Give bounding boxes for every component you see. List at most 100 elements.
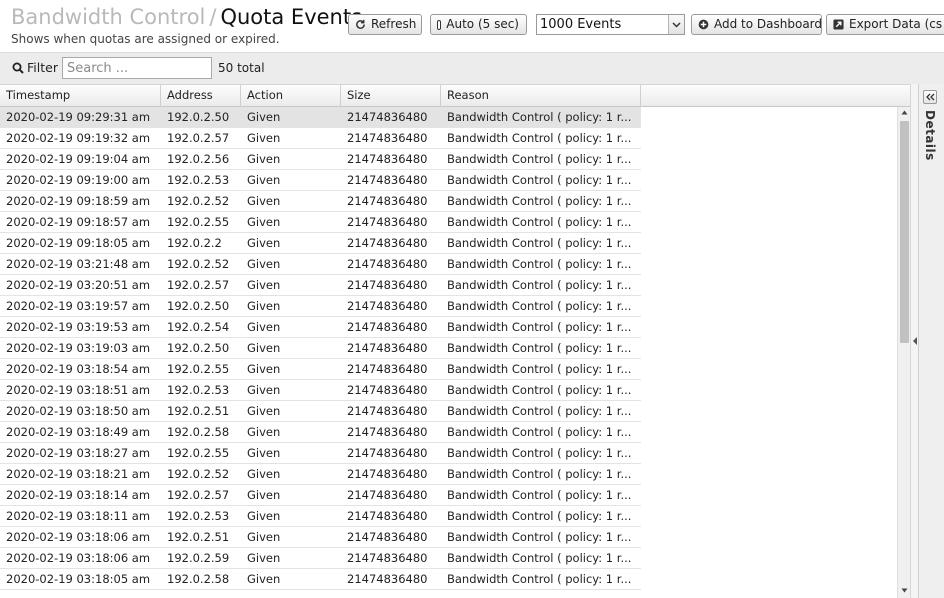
cell-reason: Bandwidth Control ( policy: 1 r... <box>447 509 632 523</box>
column-header-timestamp[interactable]: Timestamp <box>0 85 161 107</box>
cell-timestamp: 2020-02-19 03:18:06 am <box>6 530 151 544</box>
search-input[interactable] <box>62 57 212 79</box>
table-row[interactable]: 2020-02-19 09:29:31 am 192.0.2.50 Given 214… <box>0 107 641 128</box>
cell-action: Given <box>247 467 281 481</box>
cell-size: 21474836480 <box>347 404 428 418</box>
cell-size: 21474836480 <box>347 425 428 439</box>
table-row[interactable]: 2020-02-19 03:21:48 am 192.0.2.52 Given 214… <box>0 254 641 275</box>
cell-address: 192.0.2.57 <box>167 131 230 145</box>
grid-header: Timestamp Address Action Size Reason <box>0 84 916 107</box>
auto-refresh-toggle[interactable]: Auto (5 sec) <box>430 14 527 35</box>
cell-size: 21474836480 <box>347 215 428 229</box>
cell-size: 21474836480 <box>347 194 428 208</box>
chevron-down-icon[interactable] <box>668 15 684 34</box>
cell-action: Given <box>247 299 281 313</box>
grid-scrollbar[interactable] <box>897 107 910 598</box>
table-row[interactable]: 2020-02-19 09:19:32 am 192.0.2.57 Given 214… <box>0 128 641 149</box>
column-header-action[interactable]: Action <box>241 85 341 107</box>
cell-reason: Bandwidth Control ( policy: 1 r... <box>447 257 632 271</box>
events-count-select[interactable]: 1000 Events <box>536 14 685 35</box>
table-row[interactable]: 2020-02-19 03:18:06 am 192.0.2.51 Given 214… <box>0 527 641 548</box>
cell-timestamp: 2020-02-19 03:18:14 am <box>6 488 151 502</box>
cell-size: 21474836480 <box>347 152 428 166</box>
add-to-dashboard-label: Add to Dashboard <box>714 17 822 31</box>
cell-timestamp: 2020-02-19 09:18:05 am <box>6 236 151 250</box>
cell-action: Given <box>247 341 281 355</box>
cell-reason: Bandwidth Control ( policy: 1 r... <box>447 341 632 355</box>
table-row[interactable]: 2020-02-19 03:18:14 am 192.0.2.57 Given 214… <box>0 485 641 506</box>
table-row[interactable]: 2020-02-19 03:19:03 am 192.0.2.50 Given 214… <box>0 338 641 359</box>
scroll-up-icon[interactable] <box>900 108 909 117</box>
table-row[interactable]: 2020-02-19 03:19:53 am 192.0.2.54 Given 214… <box>0 317 641 338</box>
cell-size: 21474836480 <box>347 572 428 586</box>
cell-size: 21474836480 <box>347 131 428 145</box>
cell-reason: Bandwidth Control ( policy: 1 r... <box>447 194 632 208</box>
cell-address: 192.0.2.52 <box>167 257 230 271</box>
details-panel[interactable]: Details <box>918 84 944 598</box>
scroll-down-icon[interactable] <box>900 586 909 595</box>
add-to-dashboard-button[interactable]: Add to Dashboard <box>691 14 822 35</box>
cell-action: Given <box>247 194 281 208</box>
cell-address: 192.0.2.51 <box>167 404 230 418</box>
cell-timestamp: 2020-02-19 03:21:48 am <box>6 257 151 271</box>
cell-reason: Bandwidth Control ( policy: 1 r... <box>447 404 632 418</box>
refresh-label: Refresh <box>371 17 417 31</box>
cell-timestamp: 2020-02-19 09:18:57 am <box>6 215 151 229</box>
table-row[interactable]: 2020-02-19 03:19:57 am 192.0.2.50 Given 214… <box>0 296 641 317</box>
details-splitter[interactable] <box>910 84 918 598</box>
table-row[interactable]: 2020-02-19 03:18:05 am 192.0.2.58 Given 214… <box>0 569 641 590</box>
cell-action: Given <box>247 488 281 502</box>
cell-address: 192.0.2.55 <box>167 362 230 376</box>
page-subtitle: Shows when quotas are assigned or expire… <box>11 32 280 46</box>
table-row[interactable]: 2020-02-19 09:19:00 am 192.0.2.53 Given 214… <box>0 170 641 191</box>
cell-size: 21474836480 <box>347 320 428 334</box>
table-row[interactable]: 2020-02-19 03:18:51 am 192.0.2.53 Given 214… <box>0 380 641 401</box>
cell-timestamp: 2020-02-19 03:18:11 am <box>6 509 151 523</box>
cell-action: Given <box>247 152 281 166</box>
cell-size: 21474836480 <box>347 299 428 313</box>
cell-action: Given <box>247 404 281 418</box>
cell-timestamp: 2020-02-19 03:19:03 am <box>6 341 151 355</box>
table-row[interactable]: 2020-02-19 03:18:21 am 192.0.2.52 Given 214… <box>0 464 641 485</box>
column-header-address[interactable]: Address <box>161 85 241 107</box>
table-row[interactable]: 2020-02-19 03:18:11 am 192.0.2.53 Given 214… <box>0 506 641 527</box>
cell-size: 21474836480 <box>347 110 428 124</box>
table-row[interactable]: 2020-02-19 09:18:59 am 192.0.2.52 Given 214… <box>0 191 641 212</box>
cell-timestamp: 2020-02-19 09:29:31 am <box>6 110 151 124</box>
refresh-button[interactable]: Refresh <box>348 14 422 35</box>
cell-address: 192.0.2.51 <box>167 530 230 544</box>
events-grid[interactable]: 2020-02-19 09:29:31 am 192.0.2.50 Given 214… <box>0 107 897 598</box>
table-row[interactable]: 2020-02-19 03:18:49 am 192.0.2.58 Given 214… <box>0 422 641 443</box>
search-icon <box>12 62 24 74</box>
cell-action: Given <box>247 530 281 544</box>
cell-timestamp: 2020-02-19 03:18:51 am <box>6 383 151 397</box>
cell-reason: Bandwidth Control ( policy: 1 r... <box>447 299 632 313</box>
cell-reason: Bandwidth Control ( policy: 1 r... <box>447 215 632 229</box>
table-row[interactable]: 2020-02-19 03:20:51 am 192.0.2.57 Given 214… <box>0 275 641 296</box>
table-row[interactable]: 2020-02-19 09:18:57 am 192.0.2.55 Given 214… <box>0 212 641 233</box>
events-count-value: 1000 Events <box>540 17 622 32</box>
cell-reason: Bandwidth Control ( policy: 1 r... <box>447 467 632 481</box>
table-row[interactable]: 2020-02-19 03:18:27 am 192.0.2.55 Given 214… <box>0 443 641 464</box>
table-row[interactable]: 2020-02-19 09:18:05 am 192.0.2.2 Given 2147… <box>0 233 641 254</box>
double-chevron-left-icon[interactable] <box>923 90 937 104</box>
breadcrumb-parent[interactable]: Bandwidth Control <box>11 5 205 29</box>
scrollbar-thumb[interactable] <box>900 121 909 343</box>
column-header-size[interactable]: Size <box>341 85 441 107</box>
cell-address: 192.0.2.57 <box>167 278 230 292</box>
column-header-reason[interactable]: Reason <box>441 85 641 107</box>
checkbox-icon[interactable] <box>437 19 442 30</box>
refresh-icon <box>356 19 365 29</box>
cell-action: Given <box>247 173 281 187</box>
table-row[interactable]: 2020-02-19 03:18:06 am 192.0.2.59 Given 214… <box>0 548 641 569</box>
cell-action: Given <box>247 320 281 334</box>
cell-size: 21474836480 <box>347 509 428 523</box>
cell-reason: Bandwidth Control ( policy: 1 r... <box>447 236 632 250</box>
export-data-button[interactable]: Export Data (cs <box>826 14 944 35</box>
cell-address: 192.0.2.52 <box>167 194 230 208</box>
cell-reason: Bandwidth Control ( policy: 1 r... <box>447 425 632 439</box>
table-row[interactable]: 2020-02-19 09:19:04 am 192.0.2.56 Given 214… <box>0 149 641 170</box>
cell-size: 21474836480 <box>347 278 428 292</box>
table-row[interactable]: 2020-02-19 03:18:50 am 192.0.2.51 Given 214… <box>0 401 641 422</box>
table-row[interactable]: 2020-02-19 03:18:54 am 192.0.2.55 Given 214… <box>0 359 641 380</box>
